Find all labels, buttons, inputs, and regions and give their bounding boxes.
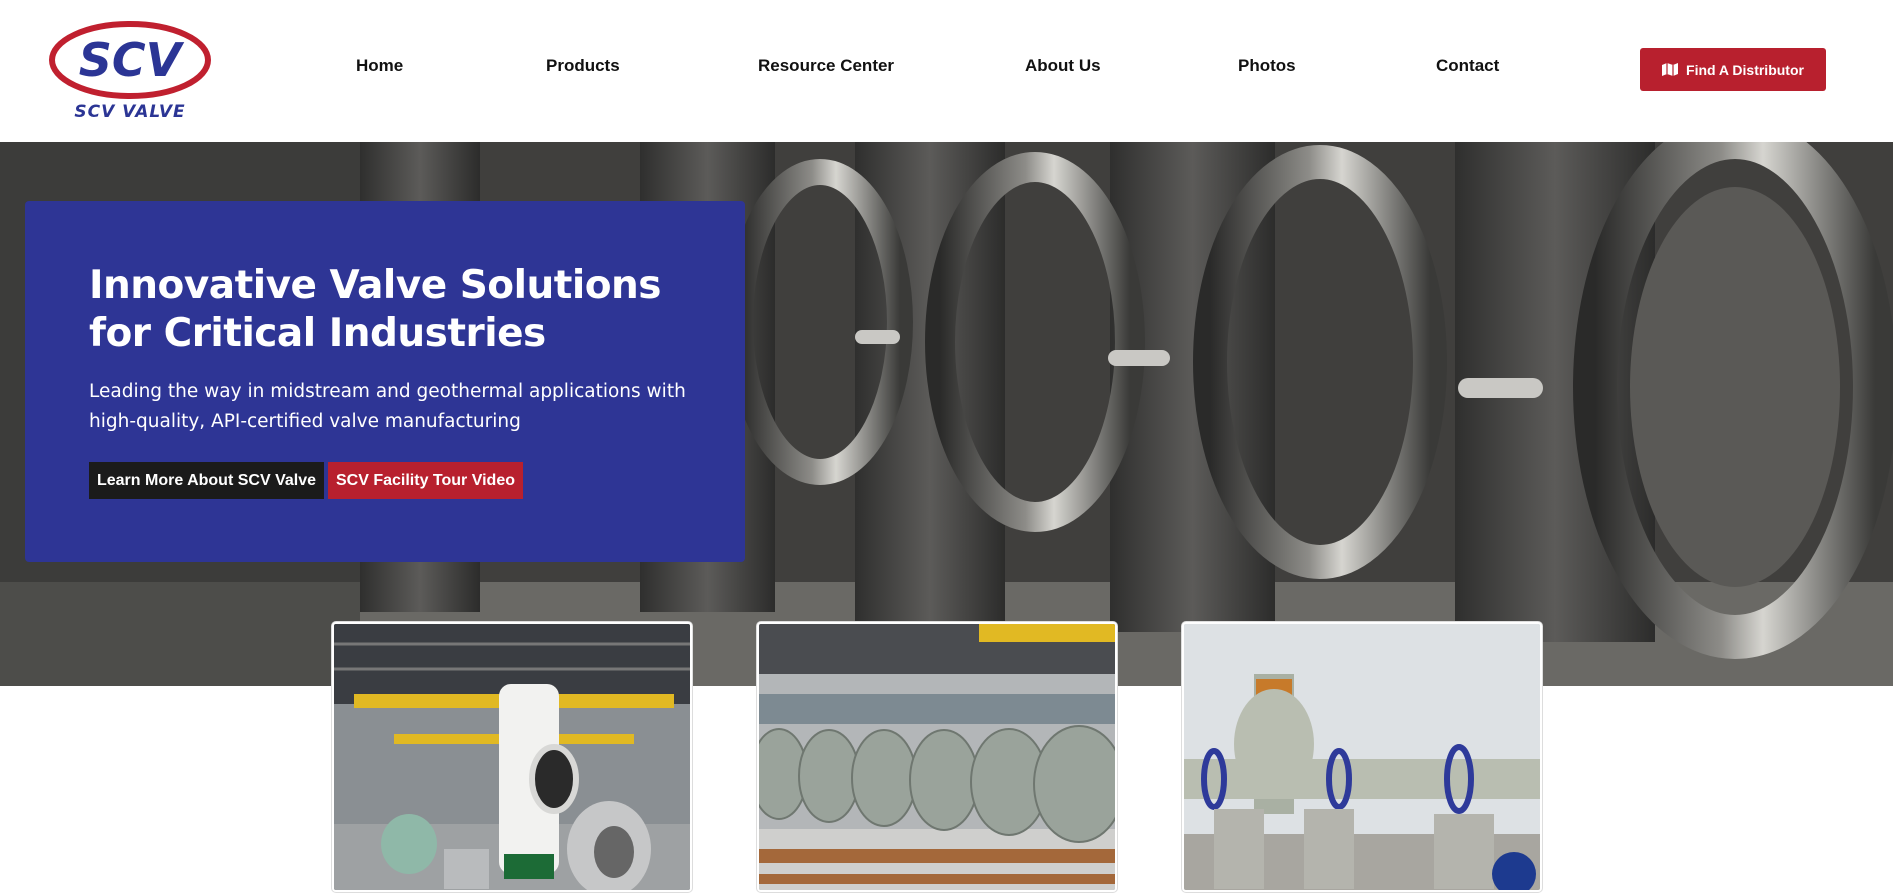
hero-title: Innovative Valve Solutions for Critical … — [89, 263, 662, 356]
find-distributor-button[interactable]: Find A Distributor — [1640, 48, 1826, 91]
nav-home[interactable]: Home — [356, 56, 403, 76]
nav-resource-center[interactable]: Resource Center — [758, 56, 894, 76]
photo-card-outdoor-installation[interactable] — [1182, 622, 1542, 892]
nav-products[interactable]: Products — [546, 56, 620, 76]
hero-banner: Innovative Valve Solutions for Critical … — [0, 142, 1893, 686]
nav-about-us[interactable]: About Us — [1025, 56, 1101, 76]
photo-card-ball-valve-row[interactable] — [757, 622, 1117, 892]
facility-tour-video-button[interactable]: SCV Facility Tour Video — [328, 462, 523, 499]
hero-card: Innovative Valve Solutions for Critical … — [25, 201, 745, 562]
hero-subtitle: Leading the way in midstream and geother… — [89, 381, 686, 432]
nav-photos[interactable]: Photos — [1238, 56, 1296, 76]
learn-more-button[interactable]: Learn More About SCV Valve — [89, 462, 324, 499]
warehouse-valves-image — [334, 624, 690, 890]
site-header: SCV SCV VALVE Home Products Resource Cen… — [0, 0, 1893, 142]
ball-valve-row-image — [759, 624, 1115, 890]
logo-wordmark: SCV VALVE — [74, 102, 186, 122]
outdoor-installation-image — [1184, 624, 1540, 890]
nav-contact[interactable]: Contact — [1436, 56, 1499, 76]
map-icon — [1662, 63, 1679, 76]
find-distributor-label: Find A Distributor — [1686, 61, 1804, 78]
photo-card-warehouse-valves[interactable] — [332, 622, 692, 892]
main-nav: Home Products Resource Center About Us P… — [0, 56, 1893, 80]
